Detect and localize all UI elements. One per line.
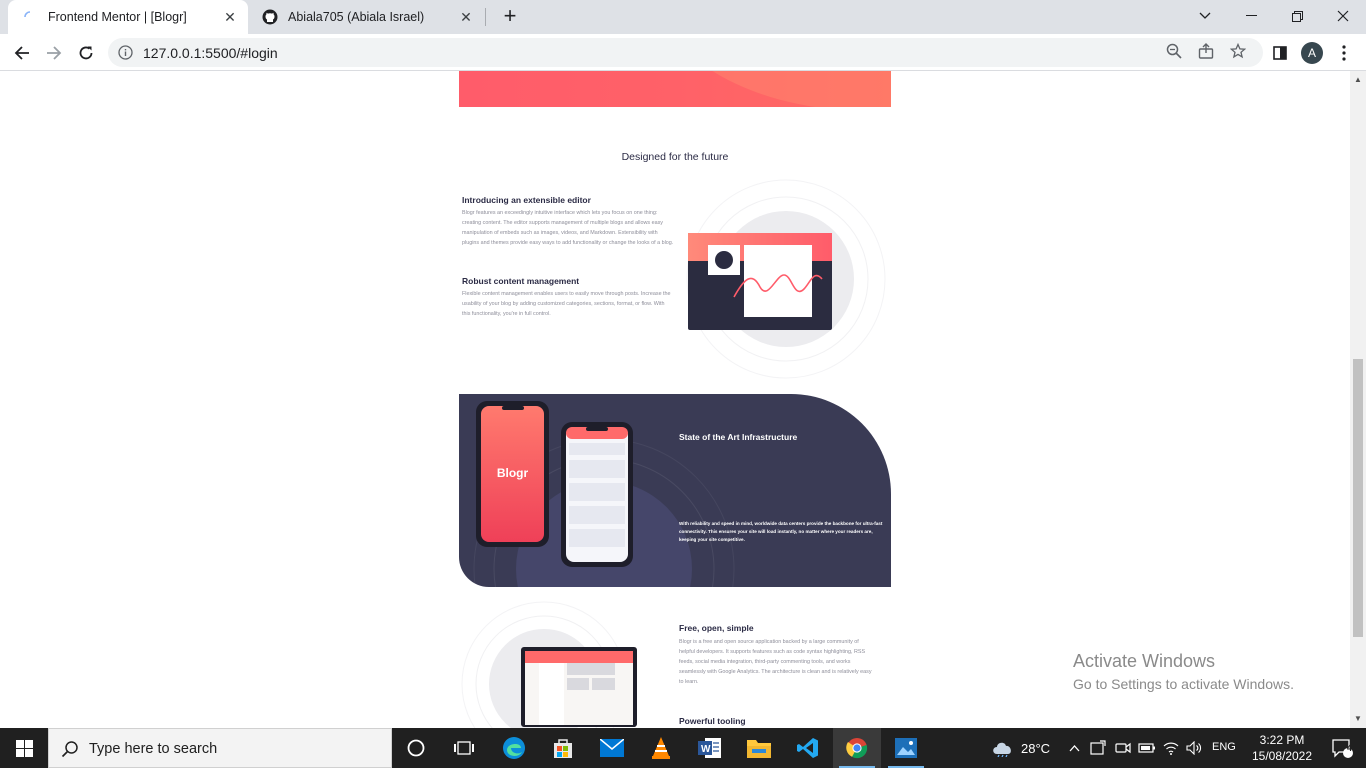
url-text[interactable]: 127.0.0.1:5500/#login [143,45,278,61]
show-hidden-icons-chevron[interactable] [1066,728,1082,768]
close-tab-icon[interactable]: ✕ [220,7,240,27]
forward-button[interactable] [40,39,68,67]
infrastructure-section: Blogr State of the Art Infrastructure Wi… [459,394,891,587]
close-tab-icon[interactable]: ✕ [456,7,476,27]
search-placeholder: Type here to search [89,741,218,757]
vlc-icon[interactable] [637,728,685,768]
page-scrollbar[interactable]: ▲ ▼ [1350,71,1366,728]
search-icon [61,741,78,758]
phone-brand-label: Blogr [496,466,529,480]
feature-heading: Free, open, simple [679,623,754,633]
close-window-button[interactable] [1320,0,1366,32]
weather-cloud-icon[interactable] [988,728,1018,768]
minimize-button[interactable] [1228,0,1274,32]
meet-now-icon[interactable] [1113,728,1133,768]
feature-heading: Powerful tooling [679,716,746,726]
notification-count: 4 [1347,743,1353,753]
restore-button[interactable] [1274,0,1320,32]
editor-illustration [686,179,886,379]
word-icon[interactable]: W [686,728,734,768]
zoom-icon[interactable] [1166,43,1186,63]
infrastructure-heading: State of the Art Infrastructure [679,432,798,442]
side-panel-icon[interactable] [1266,39,1294,67]
weather-temperature[interactable]: 28°C [1021,741,1050,756]
taskbar-clock[interactable]: 3:22 PM 15/08/2022 [1250,732,1314,764]
scroll-up-arrow-icon[interactable]: ▲ [1354,75,1362,84]
share-icon[interactable] [1198,43,1218,63]
menu-kebab-icon[interactable] [1330,39,1358,67]
file-explorer-icon[interactable] [735,728,783,768]
clock-time: 3:22 PM [1259,733,1305,747]
notification-center-icon[interactable]: 4 [1318,728,1366,768]
new-tab-button[interactable]: + [498,5,522,29]
infrastructure-background [473,401,735,587]
start-button[interactable] [0,728,48,768]
activate-windows-watermark: Activate Windows Go to Settings to activ… [1073,651,1294,692]
infrastructure-body: With reliability and speed in mind, worl… [679,521,883,542]
wifi-icon[interactable] [1161,728,1181,768]
feature-body: Flexible content management enables user… [462,291,671,317]
feature-body: Blogr is a free and open source applicat… [679,639,872,685]
battery-icon[interactable] [1137,728,1157,768]
clock-date: 15/08/2022 [1251,749,1313,763]
input-language[interactable]: ENG [1212,741,1236,753]
vscode-icon[interactable] [784,728,832,768]
cortana-icon[interactable] [392,728,440,768]
watermark-title: Activate Windows [1073,651,1216,671]
tab-divider [485,8,486,26]
tray-app-icon[interactable] [1088,728,1108,768]
bookmark-star-icon[interactable] [1229,42,1250,63]
address-bar[interactable]: 127.0.0.1:5500/#login [108,38,1263,67]
microsoft-store-icon[interactable] [539,728,587,768]
tab-frontend-mentor[interactable]: Frontend Mentor | [Blogr] ✕ [8,0,248,34]
task-view-icon[interactable] [440,728,488,768]
photos-icon[interactable] [882,728,930,768]
scroll-down-arrow-icon[interactable]: ▼ [1354,714,1362,723]
github-icon [262,9,278,25]
tab-search-icon[interactable] [1182,0,1228,32]
loading-icon [22,9,38,25]
volume-icon[interactable] [1184,728,1204,768]
windows-taskbar: Type here to search W 28°C ENG 3:22 PM 1… [0,728,1366,768]
tab-github[interactable]: Abiala705 (Abiala Israel) ✕ [248,0,484,34]
tab-title: Abiala705 (Abiala Israel) [288,10,425,24]
taskbar-search-box[interactable]: Type here to search [48,728,392,768]
laptop-illustration [461,601,637,728]
profile-avatar[interactable]: A [1301,42,1323,64]
svg-text:W: W [701,744,711,755]
watermark-subtitle: Go to Settings to activate Windows. [1073,676,1294,692]
site-info-icon[interactable] [118,45,133,60]
edge-icon[interactable] [490,728,538,768]
feature-body: Blogr features an exceedingly intuitive … [462,210,674,246]
feature-heading: Introducing an extensible editor [462,195,591,205]
browser-tab-strip: Frontend Mentor | [Blogr] ✕ Abiala705 (A… [0,0,1366,34]
browser-toolbar: 127.0.0.1:5500/#login A [0,34,1366,71]
reload-button[interactable] [72,39,100,67]
windows-logo-icon [15,739,33,757]
page-viewport: Designed for the future Introducing an e… [0,71,1350,728]
hero-bottom-strip [459,71,891,107]
scroll-thumb[interactable] [1353,359,1363,637]
chrome-icon[interactable] [833,728,881,768]
feature-heading: Robust content management [462,276,580,286]
back-button[interactable] [8,39,36,67]
mail-icon[interactable] [588,728,636,768]
section-title: Designed for the future [621,151,729,163]
tab-title: Frontend Mentor | [Blogr] [48,10,187,24]
